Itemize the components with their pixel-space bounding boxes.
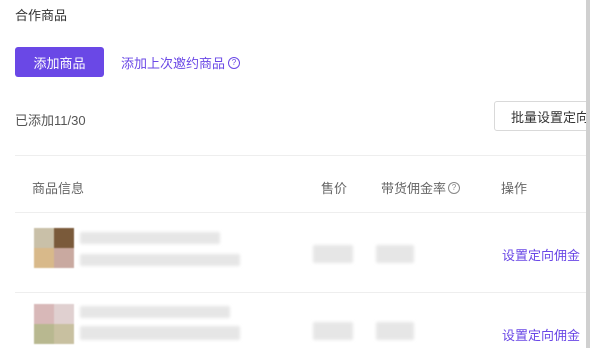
- scrollbar-edge: [586, 0, 590, 348]
- commission-placeholder: [376, 322, 414, 340]
- product-name-placeholder: [80, 326, 240, 340]
- product-name-placeholder: [80, 232, 220, 244]
- add-last-invited-label: 添加上次邀约商品: [121, 56, 226, 71]
- batch-set-button[interactable]: 批量设置定向: [494, 101, 590, 131]
- column-header-action: 操作: [501, 181, 528, 196]
- product-thumbnail: [34, 228, 74, 268]
- header-bottom-divider: [15, 212, 590, 213]
- help-icon[interactable]: ?: [228, 56, 241, 69]
- commission-rate-label: 带货佣金率: [381, 181, 447, 196]
- column-header-product-info: 商品信息: [32, 181, 85, 196]
- set-commission-link[interactable]: 设置定向佣金: [502, 245, 580, 264]
- add-product-button[interactable]: 添加商品: [15, 47, 104, 77]
- price-placeholder: [313, 245, 353, 263]
- add-last-invited-link[interactable]: 添加上次邀约商品 ?: [121, 53, 241, 72]
- column-header-commission-rate: 带货佣金率 ?: [381, 178, 461, 197]
- price-placeholder: [313, 322, 353, 340]
- header-top-divider: [15, 155, 590, 156]
- row-divider: [15, 292, 590, 293]
- product-name-placeholder: [80, 306, 230, 318]
- set-commission-link[interactable]: 设置定向佣金: [502, 325, 580, 344]
- column-header-price: 售价: [321, 181, 348, 196]
- section-title: 合作商品: [15, 8, 68, 23]
- product-name-placeholder: [80, 254, 240, 266]
- product-thumbnail: [34, 304, 74, 344]
- help-icon[interactable]: ?: [448, 181, 461, 194]
- commission-placeholder: [376, 245, 414, 263]
- added-count-text: 已添加11/30: [15, 113, 86, 128]
